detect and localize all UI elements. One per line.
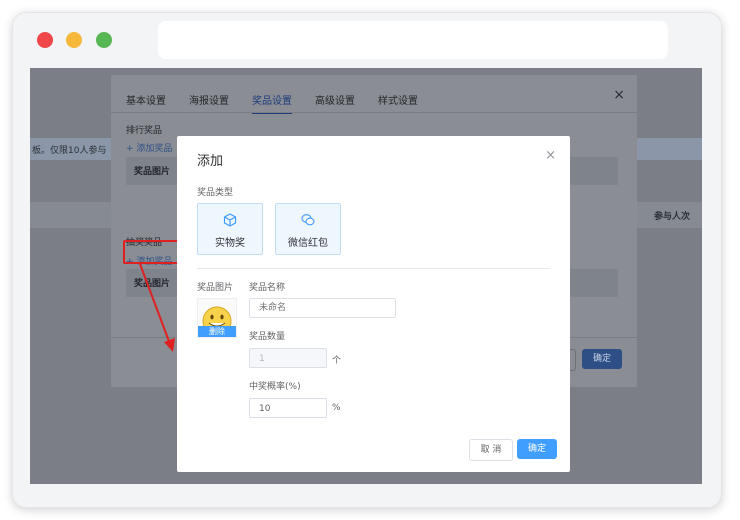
minimize-window-dot[interactable] <box>66 32 82 48</box>
maximize-window-dot[interactable] <box>96 32 112 48</box>
probability-unit: % <box>332 403 341 413</box>
confirm-button[interactable]: 确定 <box>517 439 557 459</box>
box-icon <box>223 213 237 227</box>
prize-type-label: 奖品类型 <box>197 188 234 198</box>
wechat-icon <box>301 214 315 226</box>
quantity-unit: 个 <box>332 356 342 366</box>
win-probability-input[interactable]: 10 <box>249 398 327 418</box>
cancel-button[interactable]: 取 消 <box>469 439 513 461</box>
prize-type-physical[interactable]: 实物奖 <box>197 203 263 255</box>
prize-image-label: 奖品图片 <box>197 283 234 293</box>
section-divider <box>197 268 550 269</box>
prize-image-thumbnail[interactable]: 删除 <box>197 298 237 338</box>
add-prize-modal: 添加 × 奖品类型 实物奖 微信红包 奖品图片 删除 奖品名称 未命名 奖品数量… <box>177 136 570 472</box>
prize-name-label: 奖品名称 <box>249 283 286 293</box>
modal-close-icon[interactable]: × <box>545 148 556 163</box>
prize-type-physical-label: 实物奖 <box>215 238 245 249</box>
modal-title: 添加 <box>197 154 224 169</box>
prize-name-input[interactable] <box>249 298 396 318</box>
delete-image-button[interactable]: 删除 <box>198 326 236 337</box>
prize-quantity-label: 奖品数量 <box>249 332 286 342</box>
close-window-dot[interactable] <box>37 32 53 48</box>
prize-type-wechat-label: 微信红包 <box>288 238 328 249</box>
address-bar[interactable] <box>158 21 668 59</box>
prize-type-wechat-redpacket[interactable]: 微信红包 <box>275 203 341 255</box>
page-viewport: 板。仅限10人参与 参与人次 基本设置 海报设置 奖品设置 高级设置 样式设置 … <box>30 68 702 484</box>
prize-quantity-input[interactable]: 1 <box>249 348 327 368</box>
win-probability-label: 中奖概率(%) <box>249 382 301 392</box>
